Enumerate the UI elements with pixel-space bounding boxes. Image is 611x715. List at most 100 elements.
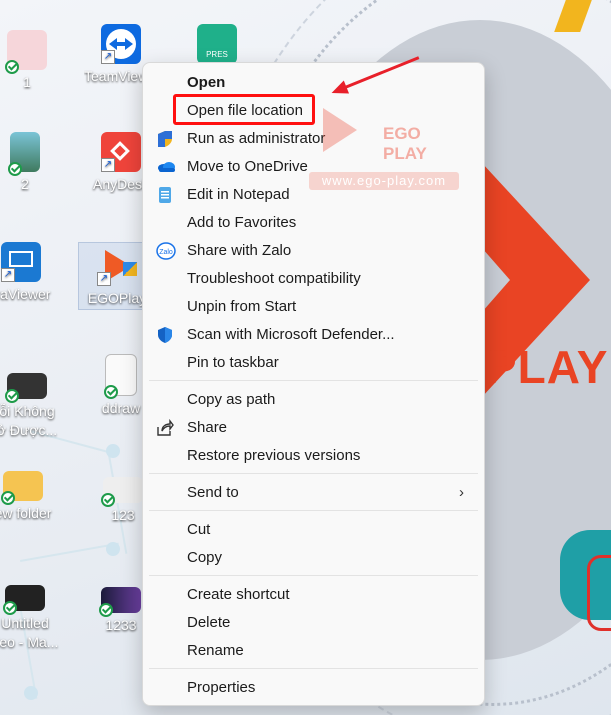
file-icon — [104, 354, 137, 399]
video-file-icon — [5, 373, 47, 403]
menu-item-open[interactable]: Open — [149, 69, 478, 97]
menu-separator — [149, 473, 478, 474]
synced-check-icon — [1, 491, 15, 505]
menu-item-cut[interactable]: Cut — [149, 516, 478, 544]
defender-icon — [156, 326, 174, 344]
network-dot — [106, 542, 120, 556]
menu-item-label: Delete — [187, 614, 231, 631]
network-line — [20, 542, 119, 562]
menu-item-add-to-favorites[interactable]: Add to Favorites — [149, 209, 478, 237]
desktop-icon-label: ew folder — [0, 505, 52, 521]
desktop-icon-video[interactable]: ỗi Không ở Được... — [0, 366, 64, 440]
image-file-icon — [8, 132, 40, 176]
egoplay-app-icon: ↗ — [97, 246, 137, 286]
menu-item-label: Restore previous versions — [187, 447, 361, 464]
menu-item-rename[interactable]: Rename — [149, 637, 478, 665]
menu-item-send-to[interactable]: Send to › — [149, 479, 478, 507]
monitor-shape — [9, 251, 33, 267]
menu-item-label: Run as administrator — [187, 130, 326, 147]
shortcut-arrow-icon: ↗ — [97, 272, 111, 286]
menu-item-scan-with-defender[interactable]: Scan with Microsoft Defender... — [149, 321, 478, 349]
menu-separator — [149, 380, 478, 381]
video-file-icon — [99, 587, 141, 617]
desktop-icon-pres[interactable]: PRES — [180, 24, 254, 67]
menu-item-label: Send to — [187, 484, 239, 501]
desktop-icon-label: 2 — [21, 176, 29, 192]
teamviewer-icon: ↗ — [101, 24, 141, 64]
menu-separator — [149, 575, 478, 576]
svg-text:Zalo: Zalo — [159, 249, 173, 256]
shortcut-arrow-icon: ↗ — [1, 268, 15, 282]
menu-item-label: Rename — [187, 642, 244, 659]
desktop-icon-label: ỗi Không ở Được... — [0, 403, 58, 438]
synced-check-icon — [104, 385, 118, 399]
menu-item-create-shortcut[interactable]: Create shortcut — [149, 581, 478, 609]
menu-item-share[interactable]: Share — [149, 414, 478, 442]
desktop-icon-1[interactable]: 1 — [0, 30, 64, 92]
menu-item-label: Copy as path — [187, 391, 276, 408]
menu-item-restore-previous-versions[interactable]: Restore previous versions — [149, 442, 478, 470]
menu-item-label: Open — [187, 74, 226, 91]
folder-icon — [1, 471, 43, 505]
chevron-right-icon: › — [459, 484, 464, 501]
menu-item-edit-in-notepad[interactable]: Edit in Notepad — [149, 181, 478, 209]
menu-item-run-as-administrator[interactable]: Run as administrator — [149, 125, 478, 153]
annotation-highlight-box — [173, 94, 315, 125]
menu-item-pin-to-taskbar[interactable]: Pin to taskbar — [149, 349, 478, 377]
network-dot — [106, 444, 120, 458]
synced-check-icon — [5, 389, 19, 403]
wallpaper-brand-text: PLAY — [486, 341, 609, 393]
menu-item-unpin-from-start[interactable]: Unpin from Start — [149, 293, 478, 321]
desktop-icon-ultraviewer[interactable]: ↗ traViewer — [0, 242, 58, 304]
desktop-icon-untitled-video[interactable]: Untitled deo - Ma... — [0, 578, 62, 652]
context-menu: Open Open file location Run as administr… — [142, 62, 485, 706]
zalo-icon: Zalo — [156, 242, 176, 260]
desktop-icon-label: Untitled deo - Ma... — [0, 615, 59, 650]
uac-shield-icon — [123, 262, 137, 276]
desktop-icon-label: traViewer — [0, 286, 51, 302]
menu-item-label: Properties — [187, 679, 256, 696]
wallpaper-red-outline — [587, 555, 611, 631]
shortcut-arrow-icon: ↗ — [101, 158, 115, 172]
menu-item-label: Share with Zalo — [187, 242, 292, 259]
desktop-icon-label: 1 — [23, 74, 31, 90]
desktop-icon-new-folder[interactable]: ew folder — [0, 466, 60, 523]
menu-item-copy[interactable]: Copy — [149, 544, 478, 572]
video-file-icon — [3, 585, 45, 615]
shortcut-arrow-icon: ↗ — [101, 50, 115, 64]
presentation-app-icon: PRES — [197, 24, 237, 64]
menu-item-troubleshoot-compatibility[interactable]: Troubleshoot compatibility — [149, 265, 478, 293]
desktop-icon-2[interactable]: 2 — [0, 132, 62, 194]
menu-item-label: Pin to taskbar — [187, 354, 279, 371]
menu-item-move-to-onedrive[interactable]: Move to OneDrive — [149, 153, 478, 181]
onedrive-icon — [156, 158, 175, 176]
menu-item-label: Create shortcut — [187, 586, 290, 603]
synced-check-icon — [99, 603, 113, 617]
menu-item-share-with-zalo[interactable]: Zalo Share with Zalo — [149, 237, 478, 265]
synced-check-icon — [5, 60, 19, 74]
menu-item-label: Scan with Microsoft Defender... — [187, 326, 395, 343]
synced-check-icon — [101, 493, 115, 507]
share-icon — [156, 418, 174, 437]
menu-item-label: Unpin from Start — [187, 298, 297, 315]
menu-item-label: Share — [187, 419, 228, 436]
menu-separator — [149, 510, 478, 511]
synced-check-icon — [8, 162, 22, 176]
menu-item-properties[interactable]: Properties — [149, 674, 478, 702]
network-dot — [24, 686, 38, 700]
menu-item-label: Troubleshoot compatibility — [187, 270, 361, 287]
menu-item-label: Move to OneDrive — [187, 158, 308, 175]
notepad-icon — [156, 186, 174, 204]
menu-item-label: Copy — [187, 549, 223, 566]
ultraviewer-icon: ↗ — [1, 242, 41, 282]
uac-shield-icon — [156, 130, 174, 148]
menu-item-label: Add to Favorites — [187, 214, 297, 231]
menu-item-copy-as-path[interactable]: Copy as path — [149, 386, 478, 414]
menu-item-label: Cut — [187, 521, 211, 538]
menu-item-label: Edit in Notepad — [187, 186, 290, 203]
menu-item-delete[interactable]: Delete — [149, 609, 478, 637]
image-file-icon — [5, 30, 47, 74]
synced-check-icon — [3, 601, 17, 615]
image-file-icon — [101, 477, 143, 507]
anydesk-icon: ↗ — [101, 132, 141, 172]
